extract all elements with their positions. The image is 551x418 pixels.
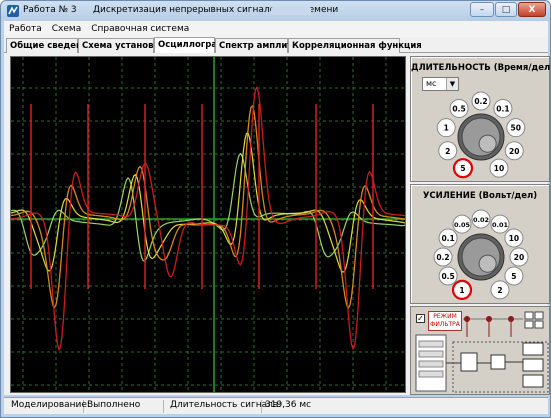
gain-dial-label-2: 2 (497, 286, 502, 295)
gain-dial-label-0.5: 0.5 (441, 272, 454, 281)
schematic-meter-box (534, 311, 544, 320)
menu-scheme[interactable]: Схема (47, 24, 86, 34)
oscilloscope-page: ДЛИТЕЛЬНОСТЬ (Время/дел) мс ▼ 5 2 1 0.5 0.2 0… (4, 53, 551, 395)
tab-bar: Общие сведения Схема установки Осциллогр… (4, 37, 548, 54)
duration-dial[interactable]: 5 2 1 0.5 0.2 0.1 50 20 10 (411, 57, 551, 183)
gain-dial-label-1: 1 (459, 286, 464, 295)
schematic-sampler-block (460, 352, 478, 372)
status-modeling-label: Моделирование: (8, 400, 90, 413)
duration-dial-label-0.2: 0.2 (474, 97, 487, 106)
menu-work[interactable]: Работа (4, 24, 47, 34)
status-bar: Моделирование: Выполнено Длительность си… (4, 397, 548, 414)
schematic-meter-box (524, 311, 534, 320)
tab-general-info[interactable]: Общие сведения (6, 38, 93, 53)
schematic-generator-row (418, 360, 444, 368)
schematic-generator-row (418, 340, 444, 348)
gain-dial-label-10: 10 (509, 234, 519, 243)
schematic-scope-icon (522, 342, 544, 356)
filter-mode-panel: ✓ РЕЖИМ ФИЛЬТРА (410, 306, 550, 395)
schematic-scope-icon (522, 374, 544, 388)
schematic-generator-row (418, 370, 444, 378)
app-icon (7, 5, 19, 17)
schematic-generator-row (418, 350, 444, 358)
gain-dial-label-5: 5 (511, 272, 516, 281)
gain-dial-knob-indicator (478, 254, 497, 273)
duration-dial-knob (461, 117, 501, 157)
tab-oscilloscope[interactable]: Осциллограф (154, 37, 226, 54)
gain-dial-label-0.02: 0.02 (473, 216, 489, 224)
gain-dial-label-0.2: 0.2 (436, 253, 449, 262)
mini-schematic (415, 311, 549, 393)
status-modeling-value: Выполнено (84, 400, 164, 413)
duration-dial-label-1: 1 (444, 124, 449, 133)
gain-dial[interactable]: 1 0.5 0.2 0.10.050.020.0110 20 52 (411, 185, 551, 305)
minimize-button[interactable]: – (470, 2, 494, 17)
app-window: Работа № 3 Дискретизация непрерывных сиг… (0, 0, 551, 418)
menu-help-system[interactable]: Справочная система (86, 24, 194, 34)
menu-bar: Работа Схема Справочная система (4, 21, 548, 37)
status-duration-value: 319,36 мс (265, 400, 312, 410)
duration-panel: ДЛИТЕЛЬНОСТЬ (Время/дел) мс ▼ 5 2 1 0.5 0.2 0… (410, 56, 551, 183)
gain-dial-label-0.05: 0.05 (454, 221, 471, 229)
gain-dial-label-20: 20 (514, 253, 524, 262)
duration-dial-label-2: 2 (445, 147, 450, 156)
schematic-meter-box (534, 320, 544, 329)
duration-dial-label-50: 50 (511, 124, 521, 133)
tab-amplitude-spectrum[interactable]: Спектр амплитуд (215, 38, 305, 53)
title-bar[interactable]: Работа № 3 Дискретизация непрерывных сиг… (1, 1, 550, 21)
window-title-left: Работа № 3 (23, 5, 77, 15)
maximize-button[interactable]: □ (495, 2, 517, 17)
gain-dial-label-0.1: 0.1 (441, 234, 454, 243)
gain-dial-label-0.01: 0.01 (492, 221, 509, 229)
close-button[interactable]: X (518, 2, 546, 17)
duration-dial-label-20: 20 (509, 147, 519, 156)
oscilloscope-plot (11, 57, 405, 392)
schematic-filter-block (490, 354, 506, 370)
duration-dial-label-0.1: 0.1 (496, 104, 509, 113)
gain-panel: УСИЛЕНИЕ (Вольт/дел) 1 0.5 0.2 0.1 0.05 0.02 0… (410, 184, 550, 304)
tab-setup-scheme[interactable]: Схема установки (78, 38, 165, 53)
oscilloscope-screen (10, 56, 406, 393)
duration-dial-knob-indicator (478, 134, 497, 153)
schematic-meter-box (524, 320, 534, 329)
duration-dial-label-5: 5 (460, 164, 465, 173)
title-ghost (271, 7, 311, 15)
duration-dial-label-10: 10 (494, 164, 504, 173)
schematic-scope-icon (522, 358, 544, 372)
gain-dial-knob (461, 237, 501, 277)
duration-dial-label-0.5: 0.5 (452, 104, 465, 113)
status-duration-label: Длительность сигнала: (167, 400, 281, 413)
tab-correlation-function[interactable]: Корреляционная функция (288, 38, 422, 53)
